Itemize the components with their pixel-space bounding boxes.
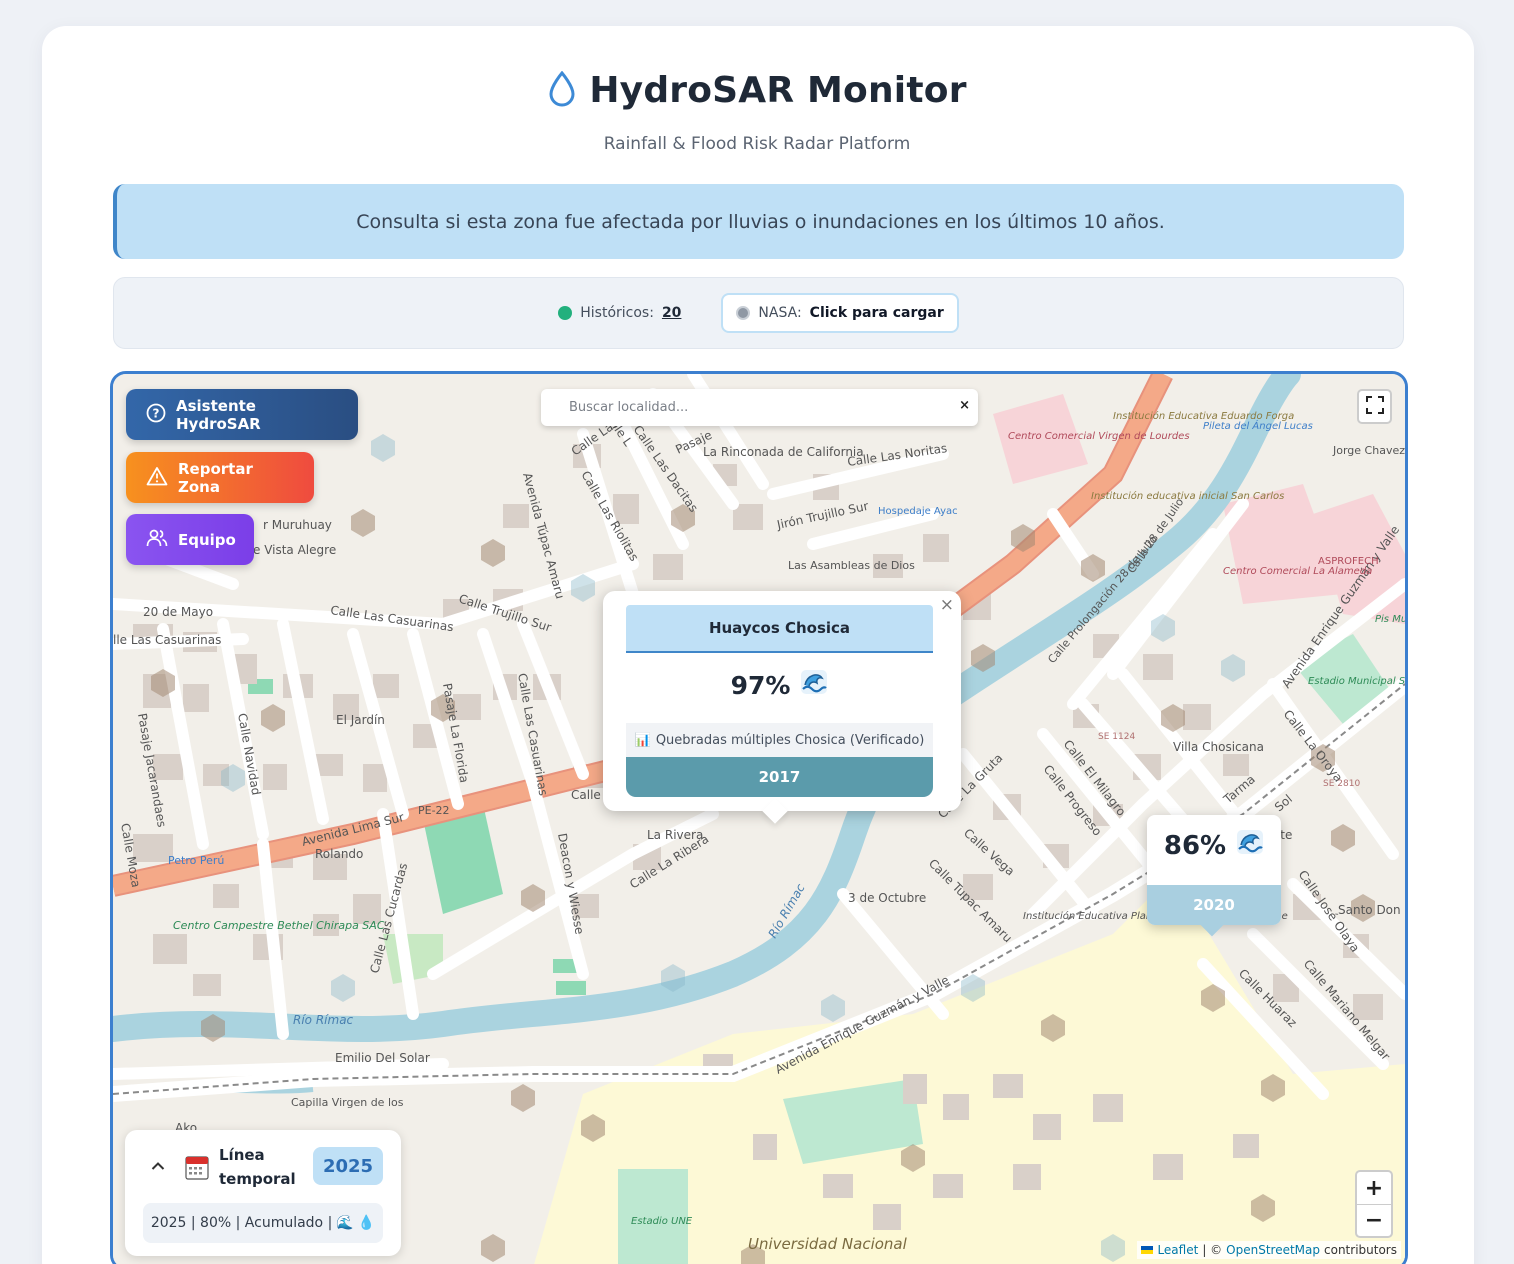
warning-triangle-icon	[146, 466, 168, 490]
map-label: Centro Comercial La Alameda	[1223, 566, 1372, 577]
popup-percent: 97%	[730, 670, 791, 700]
marker-risk: 86%	[1147, 829, 1281, 862]
wave-icon	[800, 669, 828, 701]
calendar-icon	[185, 1154, 209, 1184]
chevron-up-icon[interactable]	[151, 1156, 165, 1175]
bar-chart-icon: 📊	[634, 732, 651, 748]
svg-text:?: ?	[153, 406, 160, 420]
reportar-zona-button[interactable]: Reportar Zona	[126, 452, 314, 503]
info-banner: Consulta si esta zona fue afectada por l…	[113, 184, 1404, 259]
historicos-label: Históricos:	[580, 305, 654, 321]
wave-icon	[1236, 829, 1264, 862]
zoom-control: + −	[1355, 1170, 1393, 1238]
popup-source-text: Quebradas múltiples Chosica (Verificado)	[655, 732, 925, 748]
equipo-label: Equipo	[178, 530, 236, 549]
page-subtitle: Rainfall & Flood Risk Radar Platform	[603, 134, 911, 154]
nasa-action: Click para cargar	[809, 305, 944, 321]
osm-link[interactable]: OpenStreetMap	[1226, 1243, 1320, 1257]
map-label: Hospedaje Ayac	[878, 506, 958, 517]
popup-close-icon[interactable]: ×	[940, 595, 954, 615]
popup-risk: 97%	[626, 669, 933, 701]
map-label: Universidad Nacional	[748, 1235, 908, 1253]
map-label: Río Rímac	[293, 1013, 354, 1027]
map-label: Pis Mun de Ch	[1375, 614, 1405, 625]
map-label: e Vista Alegre	[253, 543, 336, 557]
popup-title: Huaycos Chosica	[626, 605, 933, 653]
droplet-icon: 💧	[357, 1215, 376, 1231]
zoom-out-button[interactable]: −	[1357, 1204, 1391, 1236]
map-label: Pileta del Ángel Lucas	[1203, 419, 1313, 432]
map-label: Centro Campestre Bethel Chirapa SAC	[173, 919, 385, 932]
page-header: HydroSAR Monitor	[0, 70, 1514, 111]
asistente-label: Asistente HydroSAR	[176, 396, 261, 433]
wave-icon: 🌊	[336, 1215, 354, 1231]
map-label: r Muruhuay	[263, 518, 332, 532]
map-attribution: Leaflet | © OpenStreetMap contributors	[1137, 1241, 1401, 1259]
popup-source: 📊 Quebradas múltiples Chosica (Verificad…	[626, 723, 933, 757]
data-status-bar: Históricos: 20 NASA: Click para cargar	[113, 277, 1404, 349]
timeline-info: 2025 | 80% | Acumulado | 🌊 💧	[143, 1203, 383, 1243]
map-label: lle Las Casuarinas	[113, 633, 221, 647]
map-label: Capilla Virgen de los	[291, 1096, 404, 1109]
timeline-info-text: 2025 | 80% | Acumulado |	[150, 1215, 333, 1231]
asistente-button[interactable]: ? Asistente HydroSAR	[126, 389, 358, 440]
map-container[interactable]: La Rinconada de California Calle Las Nor…	[110, 371, 1408, 1264]
fullscreen-icon	[1365, 395, 1384, 418]
map-label: El Jardín	[336, 713, 385, 727]
search-box[interactable]: ×	[541, 389, 978, 426]
timeline-panel: Línea temporal 2025 2025 | 80% | Acumula…	[125, 1130, 401, 1256]
map-label: Las Asambleas de Dios	[788, 559, 915, 572]
map-label: 3 de Octubre	[848, 891, 926, 905]
attribution-suffix: contributors	[1324, 1243, 1397, 1257]
fullscreen-button[interactable]	[1357, 389, 1392, 424]
map-label: SE 1124	[1098, 732, 1135, 742]
flood-event-popup: × Huaycos Chosica 97% 📊 Quebradas múltip…	[603, 591, 961, 824]
timeline-year-badge[interactable]: 2025	[313, 1147, 383, 1185]
map-label: Petro Perú	[168, 854, 224, 867]
map-label: Jorge Chavez	[1332, 444, 1405, 457]
map-label: SE 2810	[1323, 779, 1360, 789]
nasa-label: NASA:	[758, 305, 802, 321]
gray-status-dot-icon	[736, 306, 751, 320]
droplet-icon	[547, 70, 577, 111]
map-label: Centro Comercial Virgen de Lourdes	[1008, 431, 1190, 442]
info-banner-text: Consulta si esta zona fue afectada por l…	[356, 210, 1165, 233]
map-label: Villa Chosicana	[1173, 740, 1264, 754]
map-label: 20 de Mayo	[143, 605, 213, 619]
map-label: Santo Don	[1338, 903, 1401, 917]
nasa-load-button[interactable]: NASA: Click para cargar	[721, 293, 959, 333]
map-label: Rolando	[315, 847, 363, 861]
map-label: ASPROFECH	[1318, 556, 1379, 567]
map-label: Institución educativa inicial San Carlos	[1091, 490, 1284, 502]
ukraine-flag-icon	[1141, 1246, 1154, 1254]
attribution-separator: | ©	[1202, 1243, 1223, 1257]
leaflet-link[interactable]: Leaflet	[1157, 1243, 1198, 1257]
popup-year: 2017	[626, 757, 933, 797]
help-circle-icon: ?	[146, 403, 166, 427]
map-label: Estadio UNE	[631, 1216, 693, 1227]
reportar-label: Reportar Zona	[178, 459, 253, 496]
historicos-count[interactable]: 20	[662, 305, 681, 321]
flood-marker-2020[interactable]: 86% 2020	[1147, 815, 1281, 937]
map-label: PE-22	[418, 804, 450, 817]
marker-percent: 86%	[1163, 830, 1227, 861]
map-label: La Rinconada de California	[703, 445, 864, 459]
search-clear-icon[interactable]: ×	[959, 398, 970, 413]
map-label: Calle	[571, 788, 601, 802]
search-input[interactable]	[569, 400, 929, 415]
users-icon	[146, 528, 168, 552]
zoom-in-button[interactable]: +	[1357, 1172, 1391, 1204]
marker-year: 2020	[1147, 885, 1281, 925]
equipo-button[interactable]: Equipo	[126, 514, 254, 565]
map-label: Emilio Del Solar	[335, 1051, 430, 1065]
historicos-status[interactable]: Históricos: 20	[558, 305, 681, 321]
page-title: HydroSAR Monitor	[589, 70, 967, 111]
timeline-label: Línea temporal	[219, 1146, 296, 1188]
map-label: Estadio Municipal Solís García	[1308, 675, 1405, 687]
green-status-dot-icon	[558, 306, 573, 320]
